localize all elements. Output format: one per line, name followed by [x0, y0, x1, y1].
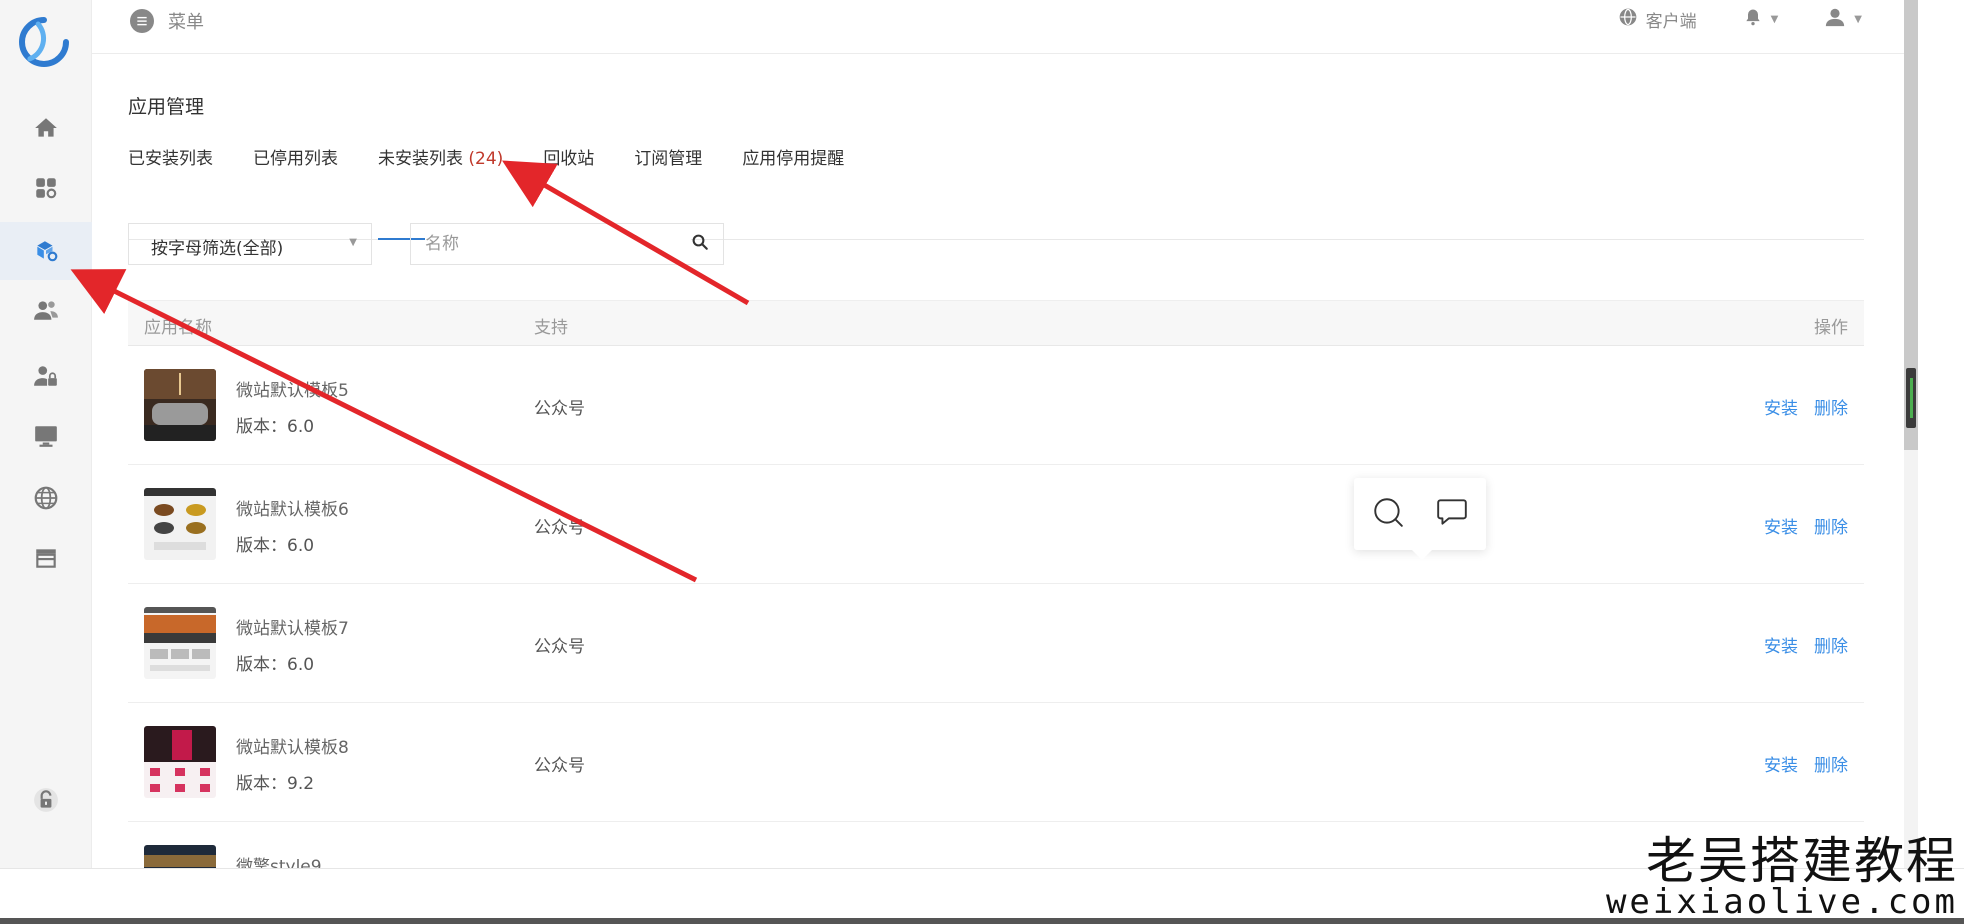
- tab-count-badge: (24): [468, 149, 504, 169]
- table-row: 微站默认模板7 版本：6.0 公众号 安装 删除: [128, 584, 1864, 703]
- app-table: 应用名称 支持 操作 微站默认模板5 版本：6.0 公众号 安装 删除 微站默认…: [128, 300, 1864, 924]
- floating-toolbar: [1354, 478, 1486, 560]
- bell-icon: [1743, 7, 1763, 32]
- search-icon[interactable]: [691, 233, 709, 255]
- row-actions: 安装 删除: [1764, 394, 1848, 419]
- tab-disable-reminder[interactable]: 应用停用提醒: [742, 144, 844, 240]
- app-thumbnail: [144, 726, 216, 798]
- tab-label: 订阅管理: [634, 149, 703, 169]
- tab-label: 未安装列表: [378, 149, 463, 169]
- monitor-icon[interactable]: [26, 416, 66, 456]
- search-icon[interactable]: [1371, 495, 1405, 533]
- delete-link[interactable]: 删除: [1814, 394, 1848, 419]
- header-action: 操作: [1814, 318, 1848, 338]
- tab-label: 回收站: [543, 149, 595, 169]
- delete-link[interactable]: 删除: [1814, 632, 1848, 657]
- letter-filter-select[interactable]: 按字母筛选(全部) ▼: [128, 223, 372, 265]
- client-globe-icon: [1618, 7, 1638, 32]
- chevron-down-icon: ▼: [1854, 14, 1862, 25]
- app-thumbnail: [144, 607, 216, 679]
- install-link[interactable]: 安装: [1764, 513, 1798, 538]
- watermark-title: 老吴搭建教程: [1646, 832, 1958, 890]
- menu-list-icon: [130, 9, 154, 33]
- user-lock-icon[interactable]: [26, 356, 66, 396]
- app-version: 版本：6.0: [236, 536, 315, 556]
- tab-label: 已停用列表: [253, 149, 338, 169]
- client-button[interactable]: 客户端: [1618, 7, 1697, 32]
- search-input[interactable]: [425, 234, 691, 254]
- delete-link[interactable]: 删除: [1814, 513, 1848, 538]
- letter-filter-value: 按字母筛选(全部): [151, 239, 284, 259]
- page-title: 应用管理: [128, 96, 205, 118]
- app-version: 版本：6.0: [236, 655, 315, 675]
- app-support: 公众号: [534, 518, 585, 538]
- top-bar: 菜单 客户端 ▼ ▼: [92, 0, 1904, 54]
- menu-label: 菜单: [168, 12, 204, 33]
- app-name: 微站默认模板5: [236, 381, 349, 401]
- app-version: 版本：6.0: [236, 417, 315, 437]
- app-name: 微站默认模板6: [236, 500, 349, 520]
- install-link[interactable]: 安装: [1764, 632, 1798, 657]
- table-row: 微站默认模板6 版本：6.0 公众号 安装 删除: [128, 465, 1864, 584]
- app-logo[interactable]: [16, 14, 72, 70]
- watermark-url: weixiaolive.com: [1605, 882, 1958, 922]
- user-dropdown[interactable]: ▼: [1824, 6, 1862, 33]
- lock-icon[interactable]: [26, 780, 66, 820]
- row-actions: 安装 删除: [1764, 632, 1848, 657]
- menu-button[interactable]: 菜单: [130, 8, 204, 34]
- table-header: 应用名称 支持 操作: [128, 300, 1864, 346]
- sidebar: [0, 0, 92, 868]
- delete-link[interactable]: 删除: [1814, 751, 1848, 776]
- tab-bar: 已安装列表 已停用列表 未安装列表 (24) 回收站 订阅管理 应用停用提醒: [128, 144, 1864, 240]
- tab-label: 应用停用提醒: [742, 149, 845, 169]
- row-actions: 安装 删除: [1764, 513, 1848, 538]
- header-app-name: 应用名称: [144, 318, 212, 338]
- search-box: [410, 223, 724, 265]
- chevron-down-icon: ▼: [349, 237, 357, 248]
- app-name: 微站默认模板7: [236, 619, 349, 639]
- users-icon[interactable]: [26, 290, 66, 330]
- apps-grid-icon[interactable]: [26, 168, 66, 208]
- app-support: 公众号: [534, 637, 585, 657]
- client-label: 客户端: [1645, 12, 1697, 32]
- install-link[interactable]: 安装: [1764, 751, 1798, 776]
- top-right-actions: 客户端 ▼ ▼: [1618, 6, 1862, 33]
- tab-label: 已安装列表: [128, 149, 213, 169]
- notifications-dropdown[interactable]: ▼: [1743, 7, 1779, 32]
- table-row: 微站默认模板5 版本：6.0 公众号 安装 删除: [128, 346, 1864, 465]
- chevron-down-icon: ▼: [1770, 14, 1779, 25]
- user-icon: [1824, 6, 1846, 33]
- install-link[interactable]: 安装: [1764, 394, 1798, 419]
- comment-icon[interactable]: [1435, 495, 1469, 533]
- app-support: 公众号: [534, 399, 585, 419]
- app-thumbnail: [144, 488, 216, 560]
- header-support: 支持: [534, 318, 568, 338]
- app-thumbnail: [144, 369, 216, 441]
- store-icon[interactable]: [26, 538, 66, 578]
- scroll-marker: [1910, 378, 1913, 418]
- home-icon[interactable]: [26, 108, 66, 148]
- app-management-icon[interactable]: [0, 222, 92, 280]
- globe-icon[interactable]: [26, 478, 66, 518]
- app-version: 版本：9.2: [236, 774, 315, 794]
- table-row: 微站默认模板8 版本：9.2 公众号 安装 删除: [128, 703, 1864, 822]
- row-actions: 安装 删除: [1764, 751, 1848, 776]
- app-name: 微站默认模板8: [236, 738, 349, 758]
- app-support: 公众号: [534, 756, 585, 776]
